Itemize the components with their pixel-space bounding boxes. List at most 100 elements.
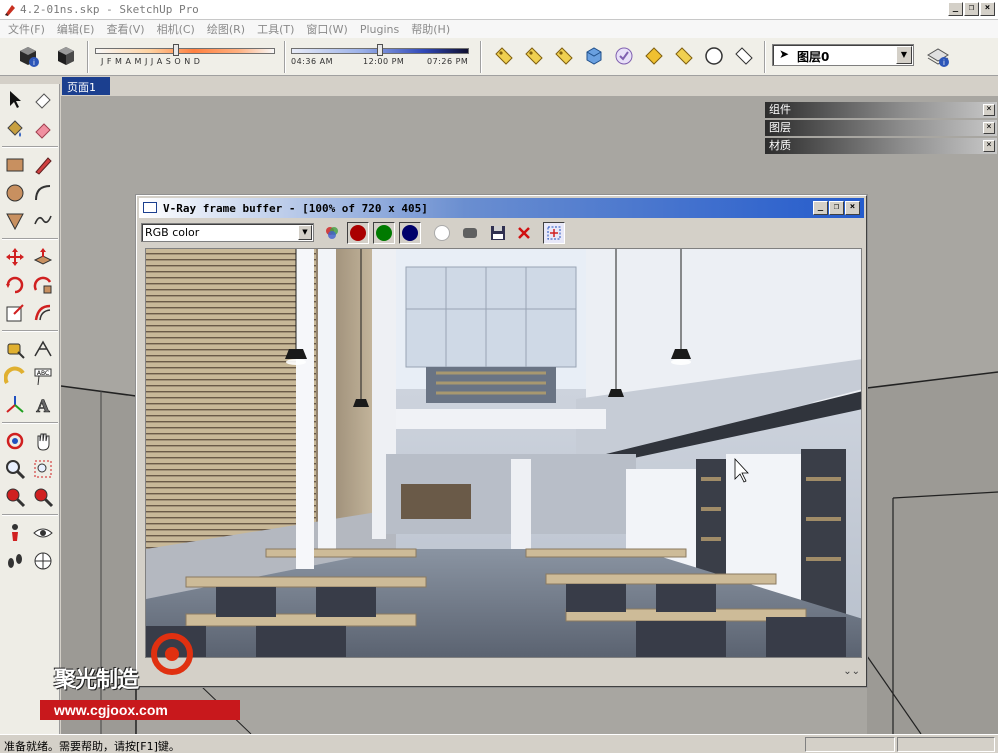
menu-help[interactable]: 帮助(H) xyxy=(405,21,456,37)
menu-edit[interactable]: 编辑(E) xyxy=(51,21,101,37)
shadow-settings-button[interactable]: i xyxy=(14,42,42,70)
vray-frame-buffer-window[interactable]: V-Ray frame buffer - [100% of 720 x 405]… xyxy=(136,195,867,687)
vfb-minimize-button[interactable]: _ xyxy=(813,201,828,215)
channel-select-value: RGB color xyxy=(145,226,200,239)
tape-measure-tool[interactable] xyxy=(2,336,28,362)
close-button[interactable]: × xyxy=(980,2,995,16)
arc-tool[interactable] xyxy=(30,180,56,206)
green-channel-button[interactable] xyxy=(373,222,395,244)
region-render-button[interactable] xyxy=(543,222,565,244)
yellow-shape-icon xyxy=(645,47,663,65)
status-cell-value[interactable] xyxy=(897,737,995,752)
svg-text:i: i xyxy=(33,59,35,67)
circle-tool[interactable] xyxy=(2,180,28,206)
style-xray-button[interactable] xyxy=(490,42,518,70)
zoom-extents-tool[interactable] xyxy=(2,484,28,510)
rectangle-tool[interactable] xyxy=(2,152,28,178)
time-start-label: 04:36 AM xyxy=(291,57,333,66)
red-x-icon xyxy=(518,227,530,239)
time-mid-label: 12:00 PM xyxy=(363,57,405,66)
freehand-tool[interactable] xyxy=(30,208,56,234)
month-slider-thumb[interactable] xyxy=(173,44,179,56)
rotate-tool[interactable] xyxy=(2,272,28,298)
style-backedges-button[interactable] xyxy=(520,42,548,70)
time-slider[interactable]: 04:36 AM 12:00 PM 07:26 PM xyxy=(291,42,471,72)
close-icon[interactable]: × xyxy=(983,140,995,152)
vfb-toolbar: RGB color ▼ xyxy=(139,219,864,245)
restore-button[interactable]: ❐ xyxy=(964,2,979,16)
previous-view-tool[interactable] xyxy=(30,484,56,510)
line-tool[interactable] xyxy=(30,152,56,178)
orbit-tool[interactable] xyxy=(2,428,28,454)
follow-me-tool[interactable] xyxy=(30,272,56,298)
close-icon[interactable]: × xyxy=(983,122,995,134)
paint-bucket-tool[interactable] xyxy=(2,116,28,142)
tag-outline-button[interactable] xyxy=(730,42,758,70)
dimension-tool[interactable] xyxy=(30,336,56,362)
minimize-button[interactable]: _ xyxy=(948,2,963,16)
chevron-double-down-icon[interactable]: ⌄⌄ xyxy=(843,666,860,677)
time-slider-thumb[interactable] xyxy=(377,44,383,56)
alpha-channel-button[interactable] xyxy=(431,222,453,244)
walk-tool[interactable] xyxy=(2,548,28,574)
offset-tool[interactable] xyxy=(30,300,56,326)
pan-tool[interactable] xyxy=(30,428,56,454)
layer-select[interactable]: ➤ 图层0 ▼ xyxy=(772,44,914,66)
menu-file[interactable]: 文件(F) xyxy=(2,21,51,37)
select-tool[interactable] xyxy=(2,86,28,112)
chevron-down-icon[interactable]: ▼ xyxy=(896,46,912,64)
tag-yellow-icon xyxy=(495,47,513,65)
hand-icon xyxy=(37,433,50,451)
blue-cube-icon xyxy=(586,47,602,65)
red-channel-button[interactable] xyxy=(347,222,369,244)
save-image-button[interactable] xyxy=(487,222,509,244)
paint-bucket-icon xyxy=(7,120,23,137)
3d-text-tool[interactable]: A xyxy=(30,392,56,418)
eraser-tool[interactable] xyxy=(30,86,56,112)
tray-materials[interactable]: 材质 × xyxy=(765,138,997,154)
zoom-tool[interactable] xyxy=(2,456,28,482)
style-shaded-button[interactable] xyxy=(580,42,608,70)
month-slider[interactable]: J F M A M J J A S O N D xyxy=(95,42,279,72)
axes-tool[interactable] xyxy=(2,392,28,418)
mono-mode-button[interactable] xyxy=(459,222,481,244)
style-monochrome-button[interactable] xyxy=(640,42,668,70)
menu-plugins[interactable]: Plugins xyxy=(354,23,405,36)
move-tool[interactable] xyxy=(2,244,28,270)
menu-view[interactable]: 查看(V) xyxy=(100,21,150,37)
menu-draw[interactable]: 绘图(R) xyxy=(201,21,251,37)
text-tool[interactable]: ABC xyxy=(30,364,56,390)
menu-bar: 文件(F) 编辑(E) 查看(V) 相机(C) 绘图(R) 工具(T) 窗口(W… xyxy=(0,20,998,38)
vfb-maximize-button[interactable]: ❐ xyxy=(829,201,844,215)
close-icon[interactable]: × xyxy=(983,104,995,116)
polygon-tool[interactable] xyxy=(2,208,28,234)
person-icon xyxy=(12,524,18,541)
section-plane-button[interactable] xyxy=(670,42,698,70)
scale-tool[interactable] xyxy=(2,300,28,326)
vfb-title-bar[interactable]: V-Ray frame buffer - [100% of 720 x 405]… xyxy=(139,198,864,218)
protractor-tool[interactable] xyxy=(2,364,28,390)
style-wireframe-button[interactable] xyxy=(550,42,578,70)
look-around-tool[interactable] xyxy=(30,520,56,546)
vfb-close-button[interactable]: × xyxy=(845,201,860,215)
clear-image-button[interactable] xyxy=(513,222,535,244)
section-plane-tool[interactable] xyxy=(30,548,56,574)
zoom-window-tool[interactable] xyxy=(30,456,56,482)
display-shadows-button[interactable] xyxy=(52,42,80,70)
style-textured-button[interactable] xyxy=(610,42,638,70)
menu-camera[interactable]: 相机(C) xyxy=(151,21,201,37)
blue-channel-button[interactable] xyxy=(399,222,421,244)
menu-tools[interactable]: 工具(T) xyxy=(251,21,300,37)
tab-page-1[interactable]: 页面1 xyxy=(62,77,110,95)
menu-window[interactable]: 窗口(W) xyxy=(300,21,353,37)
tray-components[interactable]: 组件 × xyxy=(765,102,997,118)
tray-layers[interactable]: 图层 × xyxy=(765,120,997,136)
color-channel-toggle[interactable] xyxy=(321,222,343,244)
channel-select[interactable]: RGB color ▼ xyxy=(141,223,314,242)
layer-manager-button[interactable]: i xyxy=(924,42,952,70)
eraser-pink-tool[interactable] xyxy=(30,116,56,142)
position-camera-tool[interactable] xyxy=(2,520,28,546)
chevron-down-icon[interactable]: ▼ xyxy=(298,225,312,240)
circle-tool-button[interactable] xyxy=(700,42,728,70)
push-pull-tool[interactable] xyxy=(30,244,56,270)
